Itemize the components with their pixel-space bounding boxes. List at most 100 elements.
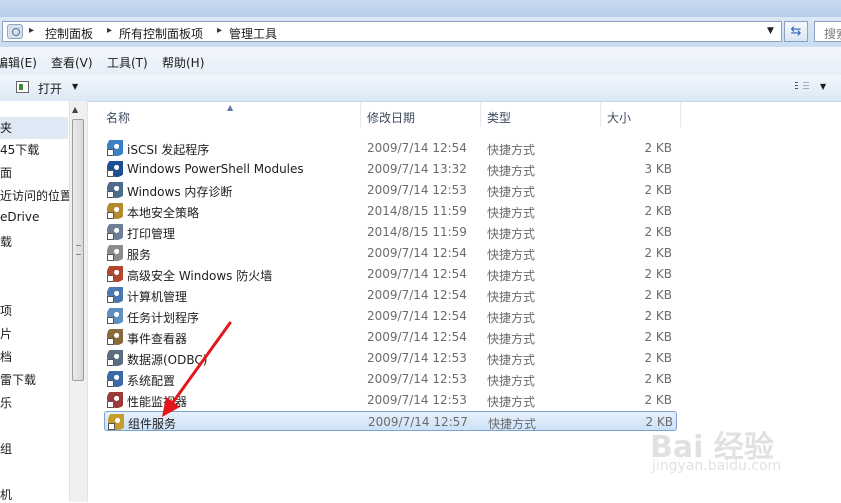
- file-size: 2 KB: [644, 225, 672, 239]
- open-label: 打开: [38, 82, 63, 96]
- nav-item[interactable]: 组: [0, 440, 12, 457]
- file-size: 2 KB: [644, 309, 672, 323]
- file-row[interactable]: 本地安全策略 2014/8/15 11:59 快捷方式 2 KB: [104, 201, 677, 221]
- menu-edit[interactable]: 编辑(E): [0, 54, 37, 71]
- task-scheduler-clock-icon: [107, 308, 123, 324]
- view-options-icon[interactable]: [795, 82, 809, 93]
- menu-help[interactable]: 帮助(H): [162, 54, 204, 71]
- file-size: 2 KB: [644, 372, 672, 386]
- nav-item[interactable]: 面: [0, 164, 12, 181]
- search-input[interactable]: 搜索: [814, 21, 841, 42]
- nav-scrollbar[interactable]: ▲: [69, 101, 87, 502]
- file-date: 2009/7/14 12:53: [367, 393, 467, 407]
- file-name: 打印管理: [127, 227, 176, 241]
- component-services-icon: [108, 414, 124, 430]
- scroll-up-icon[interactable]: ▲: [72, 105, 78, 114]
- breadcrumb-all-items[interactable]: 所有控制面板项: [119, 25, 203, 42]
- refresh-button[interactable]: ⇆: [784, 21, 808, 42]
- breadcrumb-admin-tools[interactable]: 管理工具: [229, 25, 277, 42]
- file-type: 快捷方式: [487, 143, 536, 157]
- file-size: 2 KB: [644, 330, 672, 344]
- column-header-type[interactable]: 类型: [481, 102, 601, 127]
- file-name: 性能监视器: [127, 395, 188, 409]
- file-type: 快捷方式: [487, 353, 536, 367]
- file-date: 2009/7/14 12:57: [368, 415, 468, 429]
- event-viewer-icon: [107, 329, 123, 345]
- file-date: 2009/7/14 12:54: [367, 288, 467, 302]
- nav-item[interactable]: 片: [0, 325, 12, 342]
- file-type: 快捷方式: [487, 248, 536, 262]
- chevron-down-icon[interactable]: ▼: [72, 82, 78, 91]
- file-date: 2009/7/14 12:54: [367, 309, 467, 323]
- file-date: 2009/7/14 12:54: [367, 246, 467, 260]
- baidu-watermark: Bai 经验 jingyan.baidu.com: [640, 418, 840, 498]
- file-row[interactable]: Windows 内存诊断 2009/7/14 12:53 快捷方式 2 KB: [104, 180, 677, 200]
- nav-item[interactable]: 载: [0, 233, 12, 250]
- file-row[interactable]: 事件查看器 2009/7/14 12:54 快捷方式 2 KB: [104, 327, 677, 347]
- file-row[interactable]: 计算机管理 2009/7/14 12:54 快捷方式 2 KB: [104, 285, 677, 305]
- file-row[interactable]: 组件服务 2009/7/14 12:57 快捷方式 2 KB: [104, 411, 677, 431]
- file-size: 2 KB: [644, 246, 672, 260]
- file-row[interactable]: Windows PowerShell Modules 2009/7/14 13:3…: [104, 159, 677, 179]
- breadcrumb-separator-icon[interactable]: ▸: [107, 25, 112, 36]
- file-name: 计算机管理: [127, 290, 188, 304]
- column-header-size[interactable]: 大小: [601, 102, 681, 127]
- nav-item[interactable]: eDrive: [0, 210, 39, 224]
- file-type: 快捷方式: [487, 269, 536, 283]
- file-size: 3 KB: [644, 162, 672, 176]
- nav-item-favorites[interactable]: 夹: [0, 117, 68, 139]
- nav-item[interactable]: 雷下载: [0, 371, 36, 388]
- menu-view[interactable]: 查看(V): [51, 54, 93, 71]
- menu-tools[interactable]: 工具(T): [107, 54, 148, 71]
- nav-item[interactable]: 近访问的位置: [0, 187, 72, 204]
- file-date: 2009/7/14 12:53: [367, 351, 467, 365]
- powershell-icon: [107, 161, 123, 177]
- column-header-date[interactable]: 修改日期: [361, 102, 481, 127]
- file-type: 快捷方式: [487, 185, 536, 199]
- breadcrumb-separator-icon[interactable]: ▸: [29, 25, 34, 36]
- nav-item[interactable]: 乐: [0, 394, 12, 411]
- open-icon: [16, 81, 29, 93]
- nav-item[interactable]: 项: [0, 302, 12, 319]
- file-row[interactable]: 打印管理 2014/8/15 11:59 快捷方式 2 KB: [104, 222, 677, 242]
- file-name: 组件服务: [128, 417, 177, 431]
- sort-ascending-icon: ▲: [227, 103, 234, 112]
- nav-item[interactable]: 45下载: [0, 141, 39, 158]
- chevron-down-icon[interactable]: ▼: [820, 82, 826, 91]
- search-placeholder: 搜索: [824, 27, 841, 41]
- file-row[interactable]: iSCSI 发起程序 2009/7/14 12:54 快捷方式 2 KB: [104, 138, 677, 158]
- file-type: 快捷方式: [487, 374, 536, 388]
- breadcrumb-separator-icon[interactable]: ▸: [217, 25, 222, 36]
- firewall-icon: [107, 266, 123, 282]
- file-name: iSCSI 发起程序: [127, 143, 210, 157]
- file-row[interactable]: 数据源(ODBC) 2009/7/14 12:53 快捷方式 2 KB: [104, 348, 677, 368]
- breadcrumb-control-panel[interactable]: 控制面板: [45, 25, 93, 42]
- security-policy-icon: [107, 203, 123, 219]
- file-size: 2 KB: [644, 267, 672, 281]
- services-gear-icon: [107, 245, 123, 261]
- system-configuration-icon: [107, 371, 123, 387]
- nav-item[interactable]: 机: [0, 486, 12, 503]
- file-type: 快捷方式: [487, 290, 536, 304]
- printer-icon: [107, 224, 123, 240]
- command-bar: 打开 ▼ ▼: [0, 75, 841, 102]
- address-dropdown-icon[interactable]: ▼: [767, 26, 774, 36]
- file-row[interactable]: 服务 2009/7/14 12:54 快捷方式 2 KB: [104, 243, 677, 263]
- file-row[interactable]: 高级安全 Windows 防火墙 2009/7/14 12:54 快捷方式 2 KB: [104, 264, 677, 284]
- file-name: Windows PowerShell Modules: [127, 162, 304, 176]
- file-name: 事件查看器: [127, 332, 188, 346]
- scrollbar-thumb[interactable]: [72, 119, 84, 381]
- file-date: 2009/7/14 12:54: [367, 330, 467, 344]
- nav-item[interactable]: 档: [0, 348, 12, 365]
- file-size: 2 KB: [644, 393, 672, 407]
- file-row[interactable]: 系统配置 2009/7/14 12:53 快捷方式 2 KB: [104, 369, 677, 389]
- file-date: 2009/7/14 12:53: [367, 183, 467, 197]
- file-type: 快捷方式: [487, 227, 536, 241]
- file-name: 高级安全 Windows 防火墙: [127, 269, 273, 283]
- odbc-data-source-icon: [107, 350, 123, 366]
- file-date: 2014/8/15 11:59: [367, 225, 467, 239]
- file-row[interactable]: 任务计划程序 2009/7/14 12:54 快捷方式 2 KB: [104, 306, 677, 326]
- file-row[interactable]: 性能监视器 2009/7/14 12:53 快捷方式 2 KB: [104, 390, 677, 410]
- address-bar[interactable]: ▸ 控制面板 ▸ 所有控制面板项 ▸ 管理工具 ▼: [2, 21, 782, 42]
- file-type: 快捷方式: [487, 206, 536, 220]
